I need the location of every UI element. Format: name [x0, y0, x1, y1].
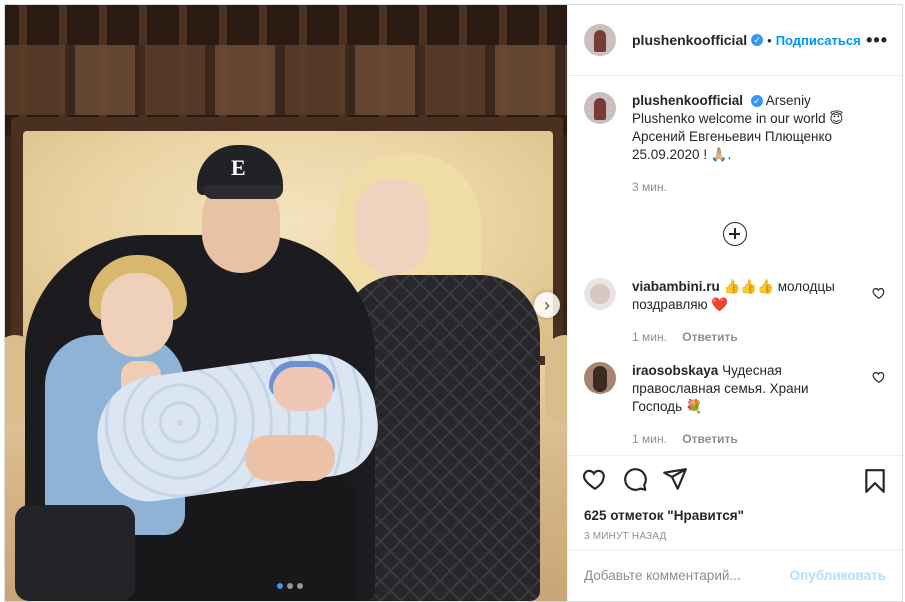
carousel-next-button[interactable]: › — [534, 292, 560, 318]
comment-time[interactable]: 1 мин. — [632, 330, 667, 344]
commenter-avatar[interactable] — [584, 278, 616, 310]
verified-badge-icon: ✓ — [751, 34, 764, 46]
instagram-post: E › plushenkoofficial ✓ • Подписаться ••… — [4, 4, 903, 602]
author-username[interactable]: plushenkoofficial — [632, 32, 747, 48]
post-photo[interactable]: E › — [5, 5, 567, 601]
plus-circle-icon — [723, 222, 747, 246]
post-header: plushenkoofficial ✓ • Подписаться ••• — [568, 5, 902, 76]
comment: viabambini.ru 👍👍👍 молодцы поздравляю ❤️ … — [584, 278, 886, 344]
reply-button[interactable]: Ответить — [682, 432, 737, 446]
family-photo: E — [5, 5, 567, 601]
post-side-panel: plushenkoofficial ✓ • Подписаться ••• pl… — [567, 5, 902, 601]
carousel-indicator — [277, 583, 303, 589]
post-timestamp[interactable]: 3 МИНУТ НАЗАД — [568, 527, 902, 549]
post-actions — [568, 455, 902, 505]
carousel-dot-active — [277, 583, 283, 589]
caption-text-line4: 25.09.2020 ! 🙏🏼. — [632, 147, 732, 162]
caption-text-line3: Арсений Евгеньевич Плющенко — [632, 129, 833, 144]
caption-username[interactable]: plushenkoofficial — [632, 93, 743, 108]
carousel-dot — [287, 583, 293, 589]
likes-count[interactable]: 625 отметок "Нравится" — [568, 505, 902, 527]
share-paper-plane-icon[interactable] — [662, 466, 688, 492]
add-comment-bar: Опубликовать — [568, 549, 902, 601]
like-heart-icon[interactable] — [582, 466, 608, 492]
caption-text-line1: Arseniy — [765, 93, 811, 108]
heart-icon[interactable] — [872, 286, 886, 300]
verified-badge-icon: ✓ — [750, 95, 763, 108]
comment-username[interactable]: iraosobskaya — [632, 363, 718, 378]
caption-time[interactable]: 3 мин. — [632, 180, 667, 194]
more-options-icon[interactable]: ••• — [866, 30, 888, 51]
comment-username[interactable]: viabambini.ru — [632, 279, 720, 294]
comment-input[interactable] — [584, 568, 790, 583]
publish-button[interactable]: Опубликовать — [790, 568, 886, 583]
header-separator: • — [767, 32, 772, 48]
comment-time[interactable]: 1 мин. — [632, 432, 667, 446]
comment-bubble-icon[interactable] — [622, 466, 648, 492]
comments-section: plushenkoofficial ✓ Arseniy Plushenko we… — [568, 76, 902, 455]
author-avatar[interactable] — [584, 24, 616, 56]
follow-button[interactable]: Подписаться — [776, 33, 861, 48]
commenter-avatar[interactable] — [584, 362, 616, 394]
caption: plushenkoofficial ✓ Arseniy Plushenko we… — [584, 92, 886, 194]
bookmark-icon[interactable] — [862, 468, 888, 494]
chevron-right-icon: › — [544, 294, 550, 315]
load-more-comments-button[interactable] — [584, 222, 886, 246]
comment: iraosobskaya Чудесная православная семья… — [584, 362, 886, 446]
reply-button[interactable]: Ответить — [682, 330, 737, 344]
carousel-dot — [297, 583, 303, 589]
heart-icon[interactable] — [872, 370, 886, 384]
author-avatar[interactable] — [584, 92, 616, 124]
caption-text-line2: Plushenko welcome in our world 😇 — [632, 111, 844, 126]
